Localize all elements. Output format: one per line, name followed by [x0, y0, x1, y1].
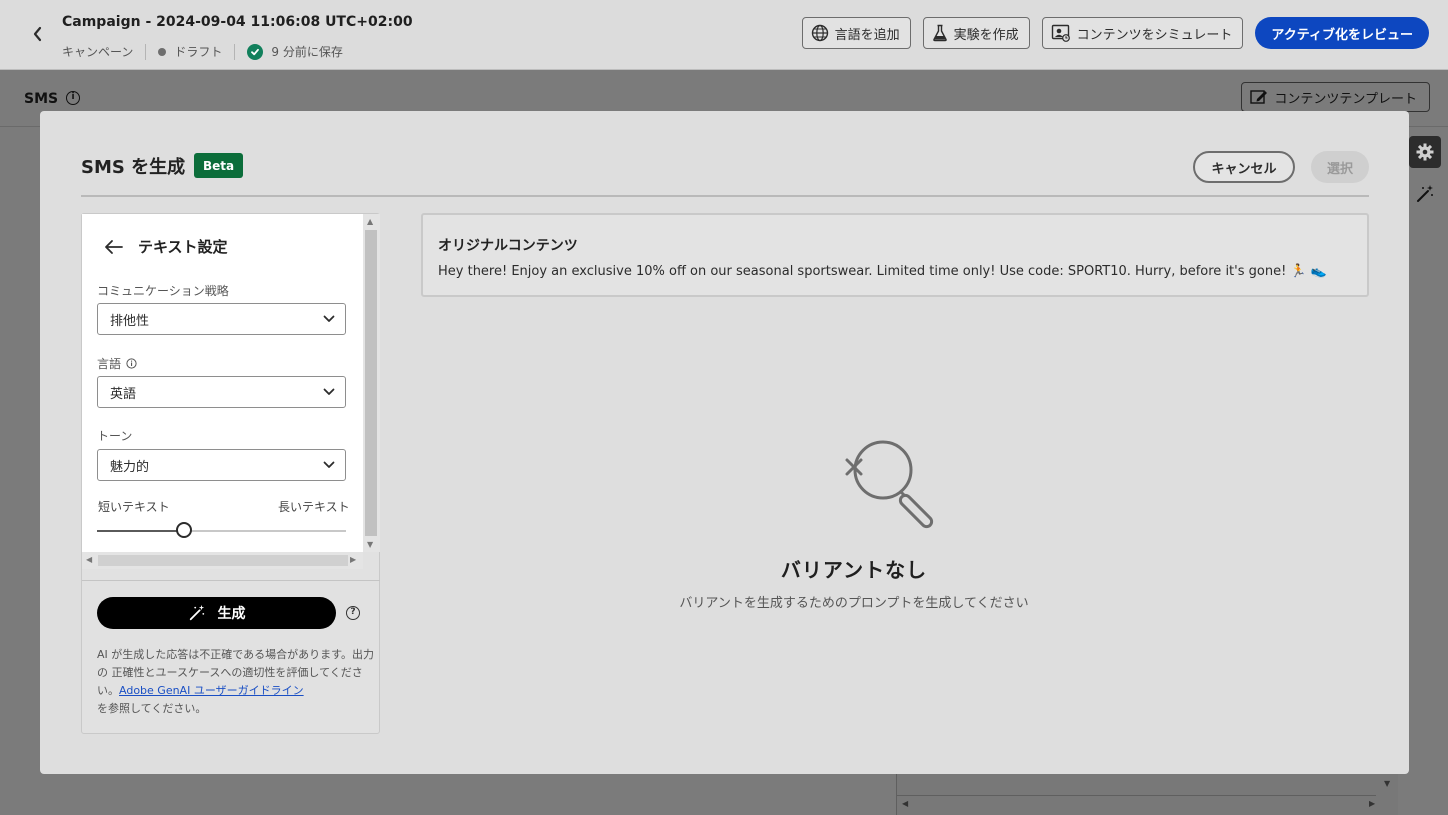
vscroll-thumb[interactable]	[365, 230, 377, 536]
create-experiment-label: 実験を作成	[953, 27, 1019, 43]
panel-divider	[82, 580, 380, 581]
status-dot-icon	[158, 47, 167, 56]
language-dropdown[interactable]: 英語	[97, 376, 346, 408]
tone-value: 魅力的	[110, 459, 150, 475]
tone-dropdown[interactable]: 魅力的	[97, 449, 346, 481]
campaign-meta: キャンペーン ドラフト 9 分前に保存	[62, 43, 343, 60]
ai-assistant-button[interactable]	[1413, 182, 1437, 206]
length-slider-handle[interactable]	[176, 522, 193, 538]
chevron-down-icon	[323, 315, 335, 322]
campaign-type-label: キャンペーン	[62, 45, 134, 59]
original-content-text: Hey there! Enjoy an exclusive 10% off on…	[438, 264, 1327, 279]
chevron-down-icon	[323, 388, 335, 395]
tone-label: トーン	[97, 427, 132, 444]
chevron-left-icon	[33, 26, 42, 42]
simulate-preview-icon	[1051, 24, 1070, 42]
cancel-button[interactable]: キャンセル	[1193, 151, 1295, 183]
add-language-label: 言語を追加	[834, 27, 900, 43]
settings-heading: テキスト設定	[138, 238, 228, 256]
strategy-value: 排他性	[110, 313, 150, 329]
original-content-card: オリジナルコンテンツ Hey there! Enjoy an exclusive…	[421, 213, 1369, 297]
check-circle-icon	[247, 43, 264, 60]
app-header: Campaign - 2024-09-04 11:06:08 UTC+02:00…	[0, 0, 1448, 70]
status-label: ドラフト	[174, 45, 223, 59]
text-settings-panel: テキスト設定 コミュニケーション戦略 排他性 言語 英語 トーン 魅力的 短いテ…	[81, 213, 380, 734]
header-actions: 言語を追加 実験を作成 コンテンツをシミュレート アクティブ化をレビュー	[801, 17, 1429, 49]
saved-status: 9 分前に保存	[271, 45, 343, 59]
campaign-title: Campaign - 2024-09-04 11:06:08 UTC+02:00	[62, 14, 413, 30]
settings-scroll-area[interactable]: テキスト設定 コミュニケーション戦略 排他性 言語 英語 トーン 魅力的 短いテ…	[82, 214, 363, 552]
dialog-divider	[81, 195, 1369, 197]
disclaimer-suffix: を参照してください。	[97, 702, 207, 715]
globe-icon	[811, 24, 828, 42]
gear-icon	[1416, 143, 1434, 161]
channel-title: SMS	[24, 91, 59, 107]
settings-gear-button[interactable]	[1409, 136, 1441, 168]
generate-sms-dialog: SMS を生成 Beta キャンセル 選択 テキスト設定 コミュニケーション戦略…	[40, 111, 1409, 774]
long-text-label: 長いテキスト	[278, 500, 350, 514]
meta-divider	[234, 43, 236, 60]
back-button[interactable]	[28, 22, 48, 46]
flask-icon	[932, 24, 947, 42]
length-slider-fill	[97, 530, 185, 532]
strategy-dropdown[interactable]: 排他性	[97, 303, 346, 335]
review-activate-button[interactable]: アクティブ化をレビュー	[1255, 17, 1429, 49]
beta-badge: Beta	[194, 153, 244, 178]
meta-divider	[145, 43, 147, 60]
edit-template-icon	[1250, 90, 1268, 104]
info-icon[interactable]: i	[66, 91, 80, 105]
simulate-content-button[interactable]: コンテンツをシミュレート	[1041, 17, 1244, 49]
settings-vscrollbar[interactable]: ▲ ▼	[363, 214, 380, 552]
info-icon[interactable]	[126, 358, 137, 369]
strategy-label: コミュニケーション戦略	[97, 282, 229, 299]
magic-wand-icon	[1417, 185, 1433, 202]
genai-guidelines-link[interactable]: Adobe GenAI ユーザーガイドライン	[119, 684, 304, 697]
dialog-title: SMS を生成	[81, 157, 186, 178]
no-results-magnifier-icon	[845, 440, 934, 529]
create-experiment-button[interactable]: 実験を作成	[922, 17, 1030, 49]
tone-label-text: トーン	[97, 429, 133, 443]
chevron-down-icon	[323, 461, 335, 468]
length-slider-track[interactable]	[97, 530, 346, 532]
language-label-text: 言語	[97, 357, 122, 371]
select-button[interactable]: 選択	[1311, 151, 1369, 183]
help-icon[interactable]: ?	[346, 606, 360, 620]
add-language-button[interactable]: 言語を追加	[801, 17, 911, 49]
settings-header: テキスト設定	[104, 236, 228, 257]
content-template-label: コンテンツテンプレート	[1274, 91, 1417, 107]
properties-hscroll: ◀ ▶	[896, 795, 1376, 813]
short-text-label: 短いテキスト	[98, 500, 170, 514]
empty-state-title: バリアントなし	[780, 558, 928, 582]
strategy-label-text: コミュニケーション戦略	[97, 284, 229, 298]
settings-hscrollbar[interactable]: ◀ ▶	[82, 552, 363, 569]
magic-wand-icon	[189, 604, 204, 621]
ai-disclaimer: AI が生成した応答は不正確である場合があります。出力の 正確性とユースケースへ…	[97, 646, 375, 718]
arrow-left-icon[interactable]	[104, 239, 124, 255]
simulate-content-label: コンテンツをシミュレート	[1076, 27, 1233, 43]
generate-button[interactable]: 生成	[97, 597, 336, 629]
original-content-title: オリジナルコンテンツ	[438, 238, 578, 254]
language-label: 言語	[97, 355, 137, 372]
generate-label: 生成	[217, 606, 246, 622]
empty-state-description: バリアントを生成するためのプロンプトを生成してください	[679, 596, 1029, 611]
content-template-button[interactable]: コンテンツテンプレート	[1241, 82, 1430, 112]
language-value: 英語	[110, 386, 137, 402]
hscroll-thumb[interactable]	[98, 555, 348, 566]
